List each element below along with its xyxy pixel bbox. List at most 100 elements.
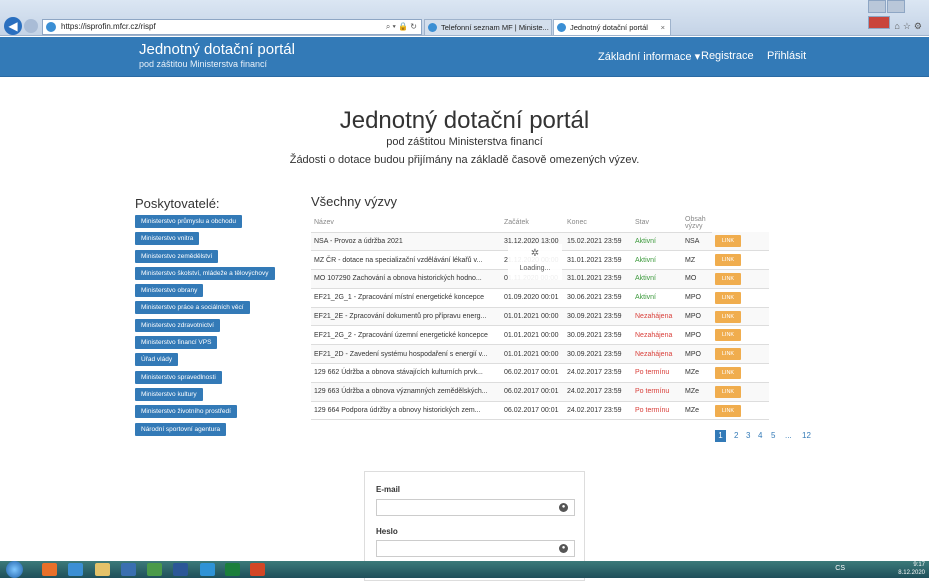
link-button[interactable]: LINK <box>715 348 741 361</box>
provider-button[interactable]: Ministerstvo průmyslu a obchodu <box>135 215 243 228</box>
table-row[interactable]: 129 662 Údržba a obnova stávajících kult… <box>311 363 769 383</box>
excel-icon[interactable] <box>147 563 162 576</box>
maximize-icon[interactable] <box>887 0 905 13</box>
search-refresh-icons[interactable]: ⌕ ▾ 🔒 ↻ <box>386 20 417 34</box>
menu-basic-info[interactable]: Základní informace ▾ <box>598 50 700 63</box>
site-favicon-icon <box>46 22 56 32</box>
info-icon[interactable]: ● <box>559 544 568 553</box>
page-5-button[interactable]: 5 <box>771 430 775 442</box>
call-content: LINK <box>712 250 769 271</box>
info-icon[interactable]: ● <box>559 503 568 512</box>
browser-app-icon[interactable] <box>200 563 215 576</box>
call-state: Po termínu <box>632 401 682 421</box>
table-row[interactable]: EF21_2D - Zavedení systému hospodaření s… <box>311 344 769 365</box>
link-button[interactable]: LINK <box>715 329 741 342</box>
provider-button[interactable]: Ministerstvo financí VPS <box>135 336 218 350</box>
tab-close-icon[interactable]: × <box>661 20 665 35</box>
powerpoint-icon[interactable] <box>250 563 265 576</box>
column-header-state[interactable]: Stav <box>632 214 682 233</box>
email-field[interactable]: ● <box>376 499 575 516</box>
link-button[interactable]: LINK <box>715 385 741 398</box>
call-content: LINK <box>712 232 769 252</box>
spinner-icon: ✲ <box>530 248 540 259</box>
page-12-button[interactable]: 12 <box>802 430 811 442</box>
menu-login[interactable]: Přihlásit <box>767 50 806 62</box>
call-state: Nezahájena <box>632 344 682 365</box>
password-field[interactable]: ● <box>376 540 575 557</box>
address-bar[interactable]: https://isprofin.mfcr.cz/rispf ⌕ ▾ 🔒 ↻ <box>42 19 422 35</box>
call-name: 129 663 Údržba a obnova významných zeměd… <box>311 382 501 402</box>
provider-button[interactable]: Ministerstvo vnitra <box>135 232 200 246</box>
page-4-button[interactable]: 4 <box>758 430 762 442</box>
page-note: Žádosti o dotace budou přijímány na zákl… <box>289 154 640 166</box>
provider-button[interactable]: Ministerstvo školství, mládeže a tělovýc… <box>135 266 275 280</box>
close-window-icon[interactable] <box>868 16 890 29</box>
link-button[interactable]: LINK <box>715 291 741 304</box>
taskbar: CS 9:17 8.12.2020 <box>0 561 929 578</box>
call-provider: MZe <box>682 401 712 421</box>
column-header-start[interactable]: Začátek <box>501 214 564 233</box>
call-end: 31.01.2021 23:59 <box>564 269 632 289</box>
outlook-icon[interactable] <box>42 563 57 576</box>
table-row[interactable]: EF21_2G_2 - Zpracování územní energetick… <box>311 325 769 346</box>
table-row[interactable]: 129 664 Podpora údržby a obnovy historic… <box>311 401 769 421</box>
menu-registration[interactable]: Registrace <box>701 50 754 62</box>
provider-button[interactable]: Ministerstvo životního prostředí <box>135 405 237 419</box>
browser-toolbar: ◀ https://isprofin.mfcr.cz/rispf ⌕ ▾ 🔒 ↻… <box>0 0 929 36</box>
word-icon[interactable] <box>173 563 188 576</box>
link-button[interactable]: LINK <box>715 404 741 417</box>
browser-toolbar-icons[interactable]: ⌂☆⚙ <box>894 21 925 32</box>
column-header-content: Obsah výzvy <box>682 214 712 233</box>
table-row[interactable]: 129 663 Údržba a obnova významných zeměd… <box>311 382 769 402</box>
minimize-icon[interactable] <box>868 0 886 13</box>
page-1-button[interactable]: 1 <box>715 430 726 442</box>
system-clock[interactable]: 9:17 8.12.2020 <box>898 562 925 577</box>
browser-tab-phonebook[interactable]: Telefonní seznam MF | Ministe... <box>424 19 552 35</box>
language-indicator[interactable]: CS <box>835 565 845 572</box>
provider-button[interactable]: Ministerstvo spravedlnosti <box>135 370 222 384</box>
app-icon[interactable] <box>225 563 240 576</box>
link-button[interactable]: LINK <box>715 310 741 323</box>
link-button[interactable]: LINK <box>715 272 741 285</box>
call-end: 15.02.2021 23:59 <box>564 232 632 252</box>
window-controls[interactable] <box>867 0 927 29</box>
link-button[interactable]: LINK <box>715 254 741 267</box>
forward-arrow-icon[interactable] <box>24 19 38 33</box>
call-state: Po termínu <box>632 363 682 383</box>
column-header-name[interactable]: Název <box>311 214 501 233</box>
call-start: 06.02.2017 00:01 <box>501 363 564 383</box>
provider-button[interactable]: Ministerstvo zemědělství <box>135 249 219 263</box>
internet-explorer-icon[interactable] <box>68 563 83 576</box>
provider-button[interactable]: Ministerstvo práce a sociálních věcí <box>135 301 250 315</box>
link-button[interactable]: LINK <box>715 235 741 248</box>
app-icon[interactable] <box>121 563 136 576</box>
loading-overlay: ✲ Loading... <box>508 244 562 280</box>
browser-tab-portal[interactable]: Jednotný dotační portál × <box>553 19 671 35</box>
file-explorer-icon[interactable] <box>95 563 110 576</box>
page-ellipsis: ... <box>785 431 792 440</box>
call-state: Nezahájena <box>632 325 682 346</box>
call-provider: MPO <box>682 288 712 308</box>
provider-button[interactable]: Ministerstvo zdravotnictví <box>135 318 220 332</box>
call-start: 01.01.2021 00:00 <box>501 325 564 346</box>
page-3-button[interactable]: 3 <box>746 430 750 442</box>
brand[interactable]: Jednotný dotační portál pod záštitou Min… <box>139 42 295 70</box>
provider-button[interactable]: Ministerstvo obrany <box>135 284 204 298</box>
call-end: 30.09.2021 23:59 <box>564 325 632 346</box>
provider-button[interactable]: Úřad vlády <box>135 353 179 367</box>
call-state: Aktivní <box>632 288 682 308</box>
provider-button[interactable]: Národní sportovní agentura <box>135 422 227 436</box>
call-content: LINK <box>712 401 769 421</box>
link-button[interactable]: LINK <box>715 366 741 379</box>
page-2-button[interactable]: 2 <box>734 430 738 442</box>
start-button-icon[interactable] <box>6 561 23 578</box>
call-provider: MPO <box>682 307 712 327</box>
call-content: LINK <box>712 344 769 365</box>
table-row[interactable]: EF21_2G_1 - Zpracování místní energetick… <box>311 288 769 308</box>
provider-button[interactable]: Ministerstvo kultury <box>135 387 203 401</box>
table-row[interactable]: EF21_2E - Zpracování dokumentů pro přípr… <box>311 307 769 327</box>
column-header-end[interactable]: Konec <box>564 214 632 233</box>
call-state: Aktivní <box>632 269 682 289</box>
password-label: Heslo <box>376 527 398 536</box>
back-arrow-icon[interactable]: ◀ <box>4 17 22 35</box>
